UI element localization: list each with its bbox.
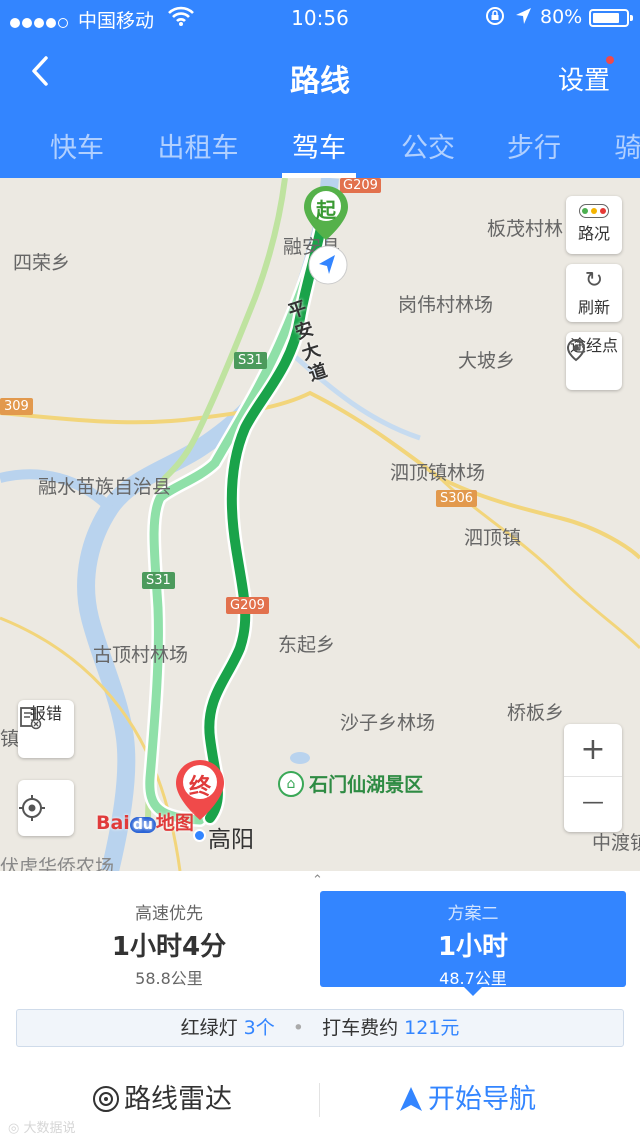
map-label-guding: 古顶村林场 — [93, 644, 189, 666]
destination-dot — [193, 829, 206, 842]
plan-name: 方案二 — [447, 904, 499, 924]
refresh-label: 刷新 — [577, 298, 610, 317]
battery-percent: 80% — [540, 6, 583, 28]
map-label-qiaoban: 桥板乡 — [507, 702, 565, 724]
tab-bike[interactable]: 骑 — [615, 126, 640, 165]
badge-s306: S306 — [436, 490, 478, 507]
badge-g209-mid: G209 — [226, 597, 269, 614]
start-navigation-button[interactable]: 开始导航 — [398, 1077, 536, 1116]
route-panel: ⌃ 高速优先 1小时4分 58.8公里 方案二 1小时 48.7公里 红绿灯 3… — [0, 871, 640, 1139]
panel-collapse-chevron-icon[interactable]: ⌃ — [312, 873, 323, 888]
start-marker-label: 起 — [316, 198, 336, 222]
report-button[interactable]: 报错 — [18, 700, 74, 758]
route-radar-label: 路线雷达 — [124, 1084, 232, 1115]
scenic-spot[interactable]: ⌂ 石门仙湖景区 — [278, 770, 423, 797]
map-label-zhen: 镇 — [0, 728, 20, 750]
action-divider — [319, 1083, 320, 1117]
locate-icon — [19, 795, 45, 821]
action-bar: 路线雷达 开始导航 — [0, 1063, 640, 1139]
map-label-bancun: 板茂村林 — [487, 218, 564, 240]
map-label-gangwei: 岗伟村林场 — [398, 294, 494, 316]
route-info-bar: 红绿灯 3个 • 打车费约 121元 — [16, 1009, 624, 1047]
transport-tabs: 快车 出租车 驾车 公交 步行 骑 — [0, 118, 640, 178]
plan-distance: 58.8公里 — [135, 969, 203, 988]
tab-transit[interactable]: 公交 — [401, 126, 455, 165]
start-marker[interactable]: 起 — [302, 184, 350, 242]
radar-icon — [93, 1086, 119, 1112]
map-label-fuhu: 伏虎华侨农场 — [0, 856, 115, 871]
start-navigation-label: 开始导航 — [428, 1084, 536, 1115]
plan-card-highway[interactable]: 高速优先 1小时4分 58.8公里 — [16, 891, 322, 988]
tab-express[interactable]: 快车 — [50, 126, 104, 165]
nav-bar: 路线 设置 — [0, 46, 640, 106]
plan-time: 1小时4分 — [111, 932, 227, 962]
map-label-siding-forest: 泗顶镇林场 — [390, 462, 486, 484]
taxi-fare-label: 打车费约 — [322, 1017, 399, 1039]
plan-name: 高速优先 — [135, 904, 203, 924]
map-view[interactable]: 平安大道 融安县 板茂村林 四荣乡 岗伟村林场 大坡乡 融水苗族自治县 泗顶镇林… — [0, 178, 640, 871]
navigation-arrow-icon — [400, 1087, 422, 1111]
scenic-label: 石门仙湖景区 — [309, 774, 424, 796]
current-location-icon — [308, 245, 348, 285]
map-label-sirong: 四荣乡 — [13, 252, 71, 274]
map-label-shazi: 沙子乡林场 — [340, 712, 436, 734]
page-title: 路线 — [290, 64, 350, 99]
top-bar: 中国移动 10:56 80% 路线 设置 快车 出租车 驾车 公交 步行 骑 — [0, 0, 640, 178]
baidu-map-logo: Bai du 地图 — [96, 812, 194, 834]
badge-309: 309 — [0, 398, 33, 415]
battery-icon — [589, 9, 633, 27]
lake — [290, 752, 310, 764]
map-label-dapo: 大坡乡 — [458, 350, 516, 372]
location-arrow-icon — [516, 8, 531, 24]
plan-card-option2[interactable]: 方案二 1小时 48.7公里 — [320, 891, 626, 996]
scenic-icon: ⌂ — [278, 770, 304, 797]
notification-dot — [606, 56, 614, 64]
map-label-dongqi: 东起乡 — [278, 634, 336, 656]
plan-distance: 48.7公里 — [439, 969, 507, 988]
route-radar-button[interactable]: 路线雷达 — [92, 1077, 232, 1116]
waypoint-button[interactable]: 途经点 — [566, 332, 622, 390]
traffic-light-icon — [579, 204, 609, 218]
plan-time: 1小时 — [437, 932, 509, 962]
refresh-icon: ↻ — [584, 268, 604, 293]
traffic-button[interactable]: 路况 — [566, 196, 622, 254]
info-separator: • — [292, 1017, 305, 1039]
tab-drive[interactable]: 驾车 — [292, 126, 346, 165]
zoom-in-button[interactable]: + — [564, 724, 622, 777]
traffic-lights-label: 红绿灯 — [180, 1017, 238, 1039]
report-icon — [20, 707, 42, 730]
status-bar: 中国移动 10:56 80% — [0, 0, 640, 36]
map-label-zhongdu: 中渡镇 — [592, 832, 640, 854]
map-label-siding: 泗顶镇 — [464, 527, 522, 549]
rotation-lock-icon — [486, 7, 504, 25]
waypoint-icon — [566, 338, 586, 362]
traffic-label: 路况 — [577, 224, 610, 243]
locate-button[interactable] — [18, 780, 74, 836]
badge-s31-top: S31 — [234, 352, 267, 369]
zoom-out-button[interactable]: — — [564, 777, 622, 831]
tab-walk[interactable]: 步行 — [507, 126, 561, 165]
refresh-button[interactable]: ↻ 刷新 — [566, 264, 622, 322]
tab-taxi[interactable]: 出租车 — [158, 126, 239, 165]
traffic-lights-count: 3个 — [243, 1017, 275, 1039]
watermark: ◎ 大数据说 — [8, 1121, 76, 1136]
end-marker-label: 终 — [188, 775, 211, 800]
map-label-rongshui: 融水苗族自治县 — [38, 476, 172, 498]
settings-button[interactable]: 设置 — [558, 60, 610, 97]
taxi-fare-value: 121元 — [404, 1017, 460, 1039]
zoom-control: + — — [564, 724, 622, 832]
map-label-gaoyang: 高阳 — [208, 827, 254, 853]
badge-s31-mid: S31 — [142, 572, 175, 589]
selected-pointer — [464, 987, 482, 996]
